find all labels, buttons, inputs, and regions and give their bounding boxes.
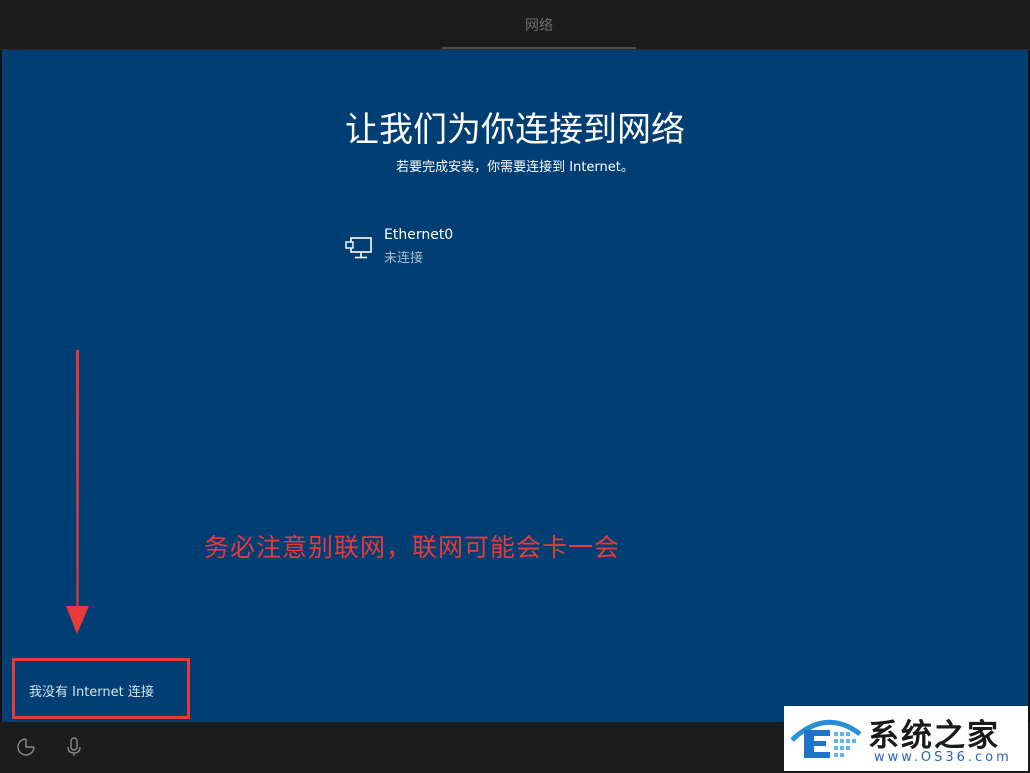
red-arrow-icon [66, 350, 89, 634]
watermark-name: 系统之家 [868, 718, 1000, 754]
watermark: 系统之家 www.OS36.com [784, 706, 1028, 771]
network-status: 未连接 [384, 251, 424, 266]
main-panel: 让我们为你连接到网络 若要完成安装，你需要连接到 Internet。 Ether… [2, 50, 1028, 722]
no-internet-link[interactable]: 我没有 Internet 连接 [29, 681, 154, 700]
network-item-ethernet0[interactable]: Ethernet0 未连接 [342, 224, 642, 268]
page-title: 让我们为你连接到网络 [345, 110, 685, 150]
tab-underline [442, 47, 636, 49]
annotation-text: 务必注意别联网，联网可能会卡一会 [204, 533, 621, 562]
page-subtitle: 若要完成安装，你需要连接到 Internet。 [396, 160, 634, 175]
network-name: Ethernet0 [384, 227, 454, 243]
highlight-box: 我没有 Internet 连接 [12, 658, 190, 719]
accessibility-icon[interactable] [14, 735, 38, 759]
watermark-url: www.OS36.com [874, 750, 1012, 765]
watermark-logo-icon [790, 719, 862, 758]
tab-network-label: 网络 [525, 17, 553, 34]
ethernet-icon [345, 237, 372, 259]
microphone-icon[interactable] [62, 735, 86, 759]
top-bar: 网络 [0, 0, 1030, 50]
tab-network[interactable]: 网络 [442, 0, 636, 49]
